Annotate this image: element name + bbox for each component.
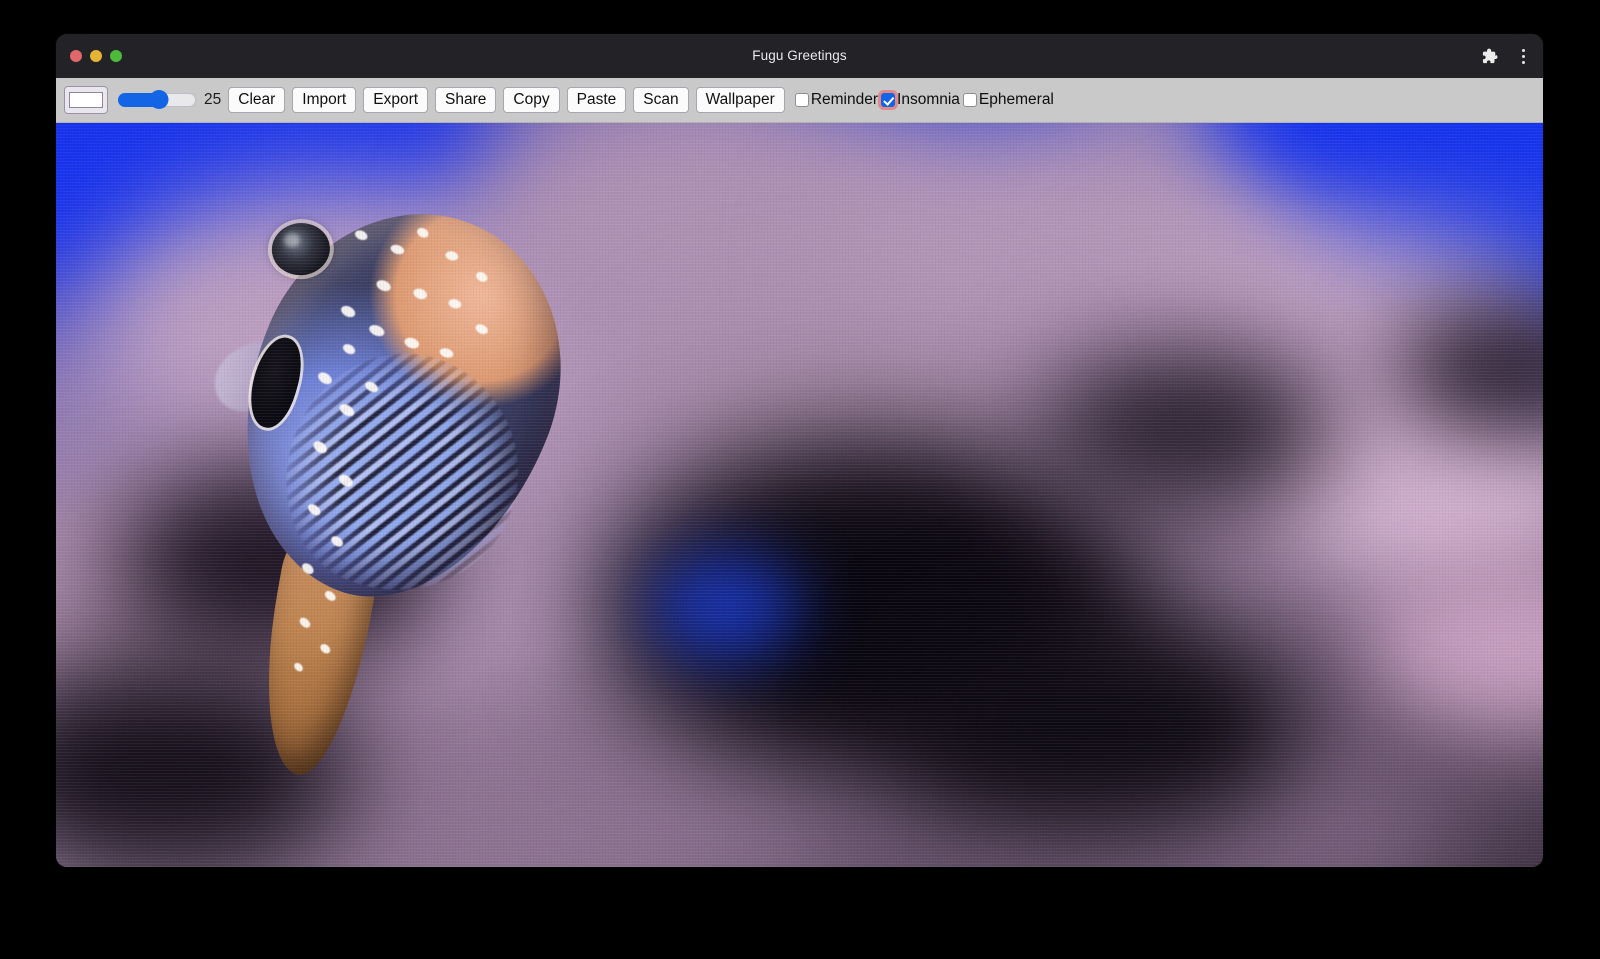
title-bar: Fugu Greetings <box>56 34 1543 78</box>
slider-value-label: 25 <box>204 91 221 109</box>
reminder-checkbox-label: Reminder <box>811 91 878 109</box>
app-toolbar: 25 Clear Import Export Share Copy Paste … <box>56 78 1543 123</box>
pufferfish <box>199 166 624 840</box>
app-window: Fugu Greetings <box>56 34 1543 867</box>
screen: Fugu Greetings <box>0 0 1600 959</box>
share-button[interactable]: Share <box>435 87 496 114</box>
window-title: Fugu Greetings <box>56 34 1543 78</box>
ephemeral-checkbox-label: Ephemeral <box>979 91 1054 109</box>
color-picker[interactable] <box>64 86 108 114</box>
ephemeral-checkbox[interactable]: Ephemeral <box>963 91 1054 109</box>
insomnia-checkbox-label: Insomnia <box>897 91 960 109</box>
insomnia-checkbox-box[interactable] <box>881 93 895 107</box>
close-window-button[interactable] <box>70 50 82 62</box>
wallpaper-button[interactable]: Wallpaper <box>696 87 785 114</box>
extensions-icon[interactable] <box>1478 45 1500 67</box>
insomnia-checkbox[interactable]: Insomnia <box>881 91 960 109</box>
color-swatch-preview <box>69 92 103 108</box>
clear-button[interactable]: Clear <box>228 87 285 114</box>
scan-button[interactable]: Scan <box>633 87 688 114</box>
water-blue-cave <box>651 555 800 659</box>
paste-button[interactable]: Paste <box>567 87 627 114</box>
menu-dot <box>1522 61 1525 64</box>
import-button[interactable]: Import <box>292 87 356 114</box>
window-controls <box>70 34 122 78</box>
menu-dot <box>1522 49 1525 52</box>
browser-menu-icon[interactable] <box>1516 49 1531 64</box>
reminder-checkbox-box[interactable] <box>795 93 809 107</box>
shadow-right <box>1037 346 1334 510</box>
ephemeral-checkbox-box[interactable] <box>963 93 977 107</box>
toolbar-checkboxes: Reminder Insomnia Ephemeral <box>795 91 1057 109</box>
menu-dot <box>1522 55 1525 58</box>
pufferfish-photo <box>56 123 1543 867</box>
title-bar-actions <box>1478 34 1531 78</box>
export-button[interactable]: Export <box>363 87 428 114</box>
thickness-slider[interactable] <box>118 90 196 110</box>
shadow-bottom-center <box>889 614 1305 837</box>
minimize-window-button[interactable] <box>90 50 102 62</box>
maximize-window-button[interactable] <box>110 50 122 62</box>
reminder-checkbox[interactable]: Reminder <box>795 91 878 109</box>
copy-button[interactable]: Copy <box>503 87 559 114</box>
drawing-canvas[interactable] <box>56 123 1543 867</box>
slider-thumb[interactable] <box>150 90 169 109</box>
